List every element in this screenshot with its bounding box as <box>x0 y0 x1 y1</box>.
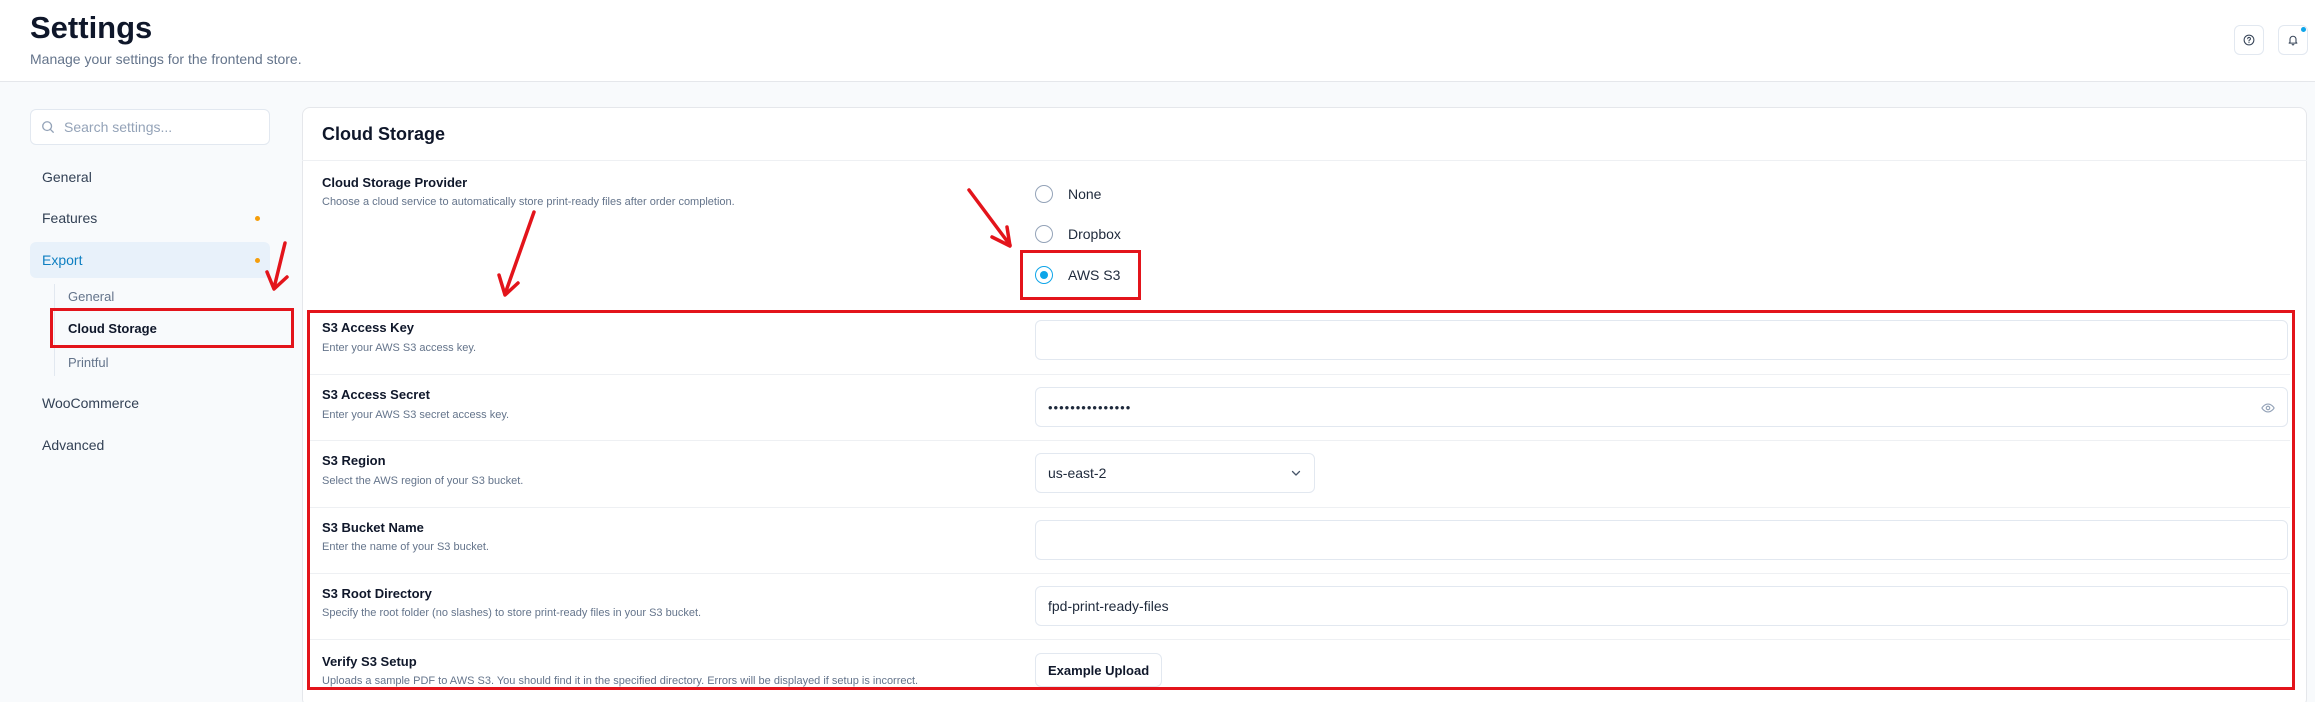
radio-option-none[interactable]: None <box>1035 185 1101 203</box>
section-title: Cloud Storage <box>322 124 446 144</box>
sidebar-subitem-cloud-storage[interactable]: Cloud Storage <box>68 321 157 336</box>
submenu-guide-line <box>54 284 55 376</box>
region-value: us-east-2 <box>1048 465 1107 481</box>
update-dot <box>255 258 260 263</box>
search-input[interactable] <box>64 119 254 135</box>
sidebar-item-label: Export <box>42 252 83 268</box>
search-icon <box>42 121 54 133</box>
access-secret-label: S3 Access Secret <box>322 387 430 402</box>
sidebar-item-general[interactable]: General <box>30 159 270 195</box>
root-dir-field[interactable] <box>1035 586 2288 626</box>
row-separator <box>310 507 2290 508</box>
help-button[interactable] <box>2234 25 2264 55</box>
eye-icon[interactable] <box>2261 401 2275 415</box>
row-separator <box>310 374 2290 375</box>
sidebar-item-label: General <box>42 169 92 185</box>
access-key-field[interactable] <box>1035 320 2288 360</box>
radio-option-dropbox[interactable]: Dropbox <box>1035 225 1121 243</box>
access-key-label: S3 Access Key <box>322 320 415 335</box>
bucket-input[interactable] <box>1048 532 2287 548</box>
page-title: Settings <box>30 10 153 45</box>
divider <box>302 160 2307 161</box>
access-key-input[interactable] <box>1048 332 2287 348</box>
sidebar-item-label: Advanced <box>42 437 105 453</box>
sidebar-item-advanced[interactable]: Advanced <box>30 427 270 463</box>
access-secret-value: ••••••••••••••• <box>1048 399 1132 415</box>
radio-label: AWS S3 <box>1068 267 1121 283</box>
region-label: S3 Region <box>322 453 386 468</box>
access-secret-description: Enter your AWS S3 secret access key. <box>322 409 510 421</box>
radio-button[interactable] <box>1035 185 1053 203</box>
notification-dot <box>2301 27 2306 32</box>
region-select[interactable]: us-east-2 <box>1035 453 1315 493</box>
bucket-label: S3 Bucket Name <box>322 520 424 535</box>
root-dir-description: Specify the root folder (no slashes) to … <box>322 607 702 619</box>
page-subtitle: Manage your settings for the frontend st… <box>30 51 302 67</box>
sidebar-subitem-general[interactable]: General <box>68 289 114 304</box>
sidebar-item-label: Features <box>42 210 98 226</box>
row-separator <box>310 639 2290 640</box>
sidebar-item-export[interactable]: Export <box>30 242 270 278</box>
row-separator <box>310 573 2290 574</box>
settings-search[interactable] <box>30 109 270 145</box>
verify-description: Uploads a sample PDF to AWS S3. You shou… <box>322 675 919 687</box>
radio-option-aws-s3[interactable]: AWS S3 <box>1035 266 1120 284</box>
update-dot <box>255 216 260 221</box>
arrow-icon <box>265 241 289 291</box>
help-icon <box>2243 34 2255 46</box>
example-upload-button[interactable]: Example Upload <box>1035 653 1163 687</box>
access-secret-field[interactable]: ••••••••••••••• <box>1035 387 2288 427</box>
provider-description: Choose a cloud service to automatically … <box>322 196 735 208</box>
radio-label: None <box>1068 186 1102 202</box>
access-key-description: Enter your AWS S3 access key. <box>322 342 477 354</box>
chevron-down-icon <box>1291 470 1301 476</box>
radio-button-selected[interactable] <box>1035 266 1053 284</box>
bucket-field[interactable] <box>1035 520 2288 560</box>
radio-button[interactable] <box>1035 225 1053 243</box>
page-header: Settings Manage your settings for the fr… <box>0 0 2315 82</box>
region-description: Select the AWS region of your S3 bucket. <box>322 475 524 487</box>
row-separator <box>310 440 2290 441</box>
bell-icon <box>2288 35 2298 46</box>
provider-label: Cloud Storage Provider <box>322 175 468 190</box>
verify-label: Verify S3 Setup <box>322 654 417 669</box>
bucket-description: Enter the name of your S3 bucket. <box>322 541 489 553</box>
sidebar-subitem-printful[interactable]: Printful <box>68 355 108 370</box>
root-dir-label: S3 Root Directory <box>322 586 432 601</box>
root-dir-input[interactable] <box>1048 598 2287 614</box>
sidebar-item-features[interactable]: Features <box>30 200 270 236</box>
sidebar-item-woocommerce[interactable]: WooCommerce <box>30 385 270 421</box>
sidebar-item-label: WooCommerce <box>42 395 139 411</box>
radio-label: Dropbox <box>1068 226 1121 242</box>
notifications-button[interactable] <box>2278 25 2308 55</box>
